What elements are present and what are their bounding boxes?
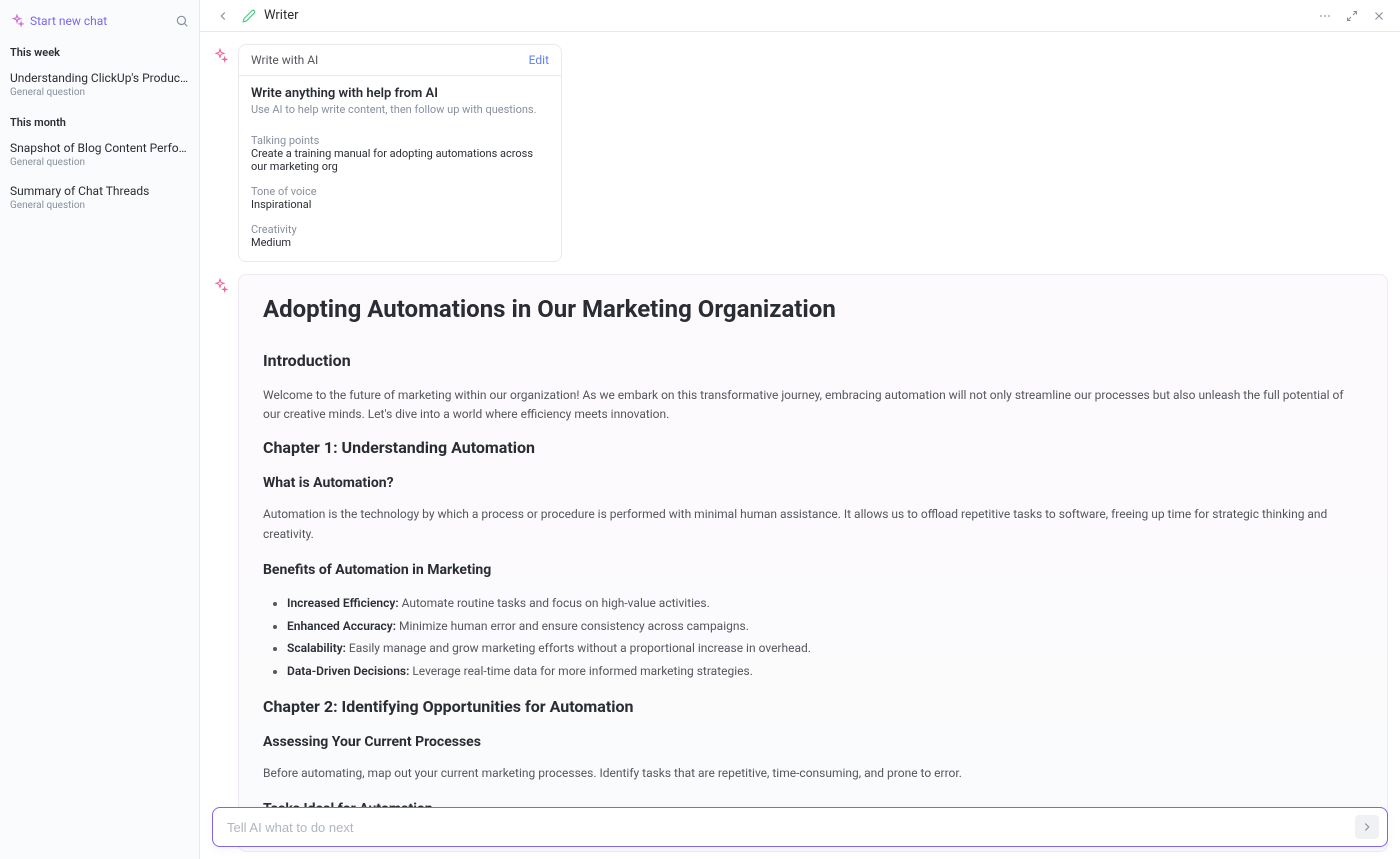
list-item: Increased Efficiency: Automate routine t… [287, 592, 1363, 615]
topbar-left: Writer [212, 5, 299, 27]
prompt-message-row: Write with AI Edit Write anything with h… [212, 44, 1388, 262]
prompt-card: Write with AI Edit Write anything with h… [238, 44, 562, 262]
sidebar-section-label: This week [0, 38, 199, 65]
more-icon[interactable] [1316, 7, 1334, 25]
chat-item-subtitle: General question [10, 200, 189, 211]
main: Writer [200, 0, 1400, 859]
prompt-field-label: Tone of voice [251, 185, 549, 198]
topbar-right [1316, 7, 1388, 25]
input-bar [212, 807, 1388, 847]
ai-avatar-icon [212, 48, 228, 64]
start-new-chat-button[interactable]: Start new chat [10, 14, 107, 28]
sidebar-chat-item[interactable]: Snapshot of Blog Content Performan… Gener… [0, 135, 199, 178]
ai-avatar-icon [212, 278, 228, 294]
ch1-sub2-heading: Benefits of Automation in Marketing [263, 562, 1363, 578]
prompt-card-body: Write anything with help from AI Use AI … [239, 76, 561, 261]
back-button[interactable] [212, 5, 234, 27]
ch1-sub1-heading: What is Automation? [263, 475, 1363, 491]
sidebar-chat-item[interactable]: Understanding ClickUp's Product-Le… Gener… [0, 65, 199, 108]
send-button[interactable] [1355, 815, 1379, 839]
list-item: Scalability: Easily manage and grow mark… [287, 637, 1363, 660]
sidebar-section-label: This month [0, 108, 199, 135]
prompt-field-value: Medium [251, 236, 549, 249]
prompt-main-title: Write anything with help from AI [251, 86, 549, 101]
list-item: Data-Driven Decisions: Leverage real-tim… [287, 660, 1363, 683]
chat-item-subtitle: General question [10, 87, 189, 98]
intro-heading: Introduction [263, 351, 1363, 370]
page-title: Writer [264, 8, 299, 23]
edit-button[interactable]: Edit [529, 53, 549, 67]
prompt-card-header: Write with AI Edit [239, 45, 561, 76]
chat-item-title: Understanding ClickUp's Product-Le… [10, 71, 189, 85]
ch2-sub1-heading: Assessing Your Current Processes [263, 734, 1363, 750]
new-chat-label: Start new chat [30, 14, 107, 28]
prompt-field-value: Inspirational [251, 198, 549, 211]
ai-command-input[interactable] [227, 820, 1355, 835]
content-scroll[interactable]: Write with AI Edit Write anything with h… [200, 32, 1400, 859]
ch1-sub1-text: Automation is the technology by which a … [263, 505, 1363, 543]
topbar: Writer [200, 0, 1400, 32]
sidebar-header: Start new chat [0, 10, 199, 38]
output-message-row: Adopting Automations in Our Marketing Or… [212, 274, 1388, 852]
prompt-field-label: Talking points [251, 134, 549, 147]
list-item: Enhanced Accuracy: Minimize human error … [287, 615, 1363, 638]
prompt-field-value: Create a training manual for adopting au… [251, 147, 549, 173]
search-icon[interactable] [175, 14, 189, 28]
output-title: Adopting Automations in Our Marketing Or… [263, 295, 1363, 323]
close-icon[interactable] [1370, 7, 1388, 25]
ch2-sub1-text: Before automating, map out your current … [263, 764, 1363, 783]
chat-item-title: Snapshot of Blog Content Performan… [10, 141, 189, 155]
chapter1-heading: Chapter 1: Understanding Automation [263, 438, 1363, 457]
prompt-description: Use AI to help write content, then follo… [251, 103, 549, 116]
intro-text: Welcome to the future of marketing withi… [263, 386, 1363, 424]
prompt-field-label: Creativity [251, 223, 549, 236]
sidebar: Start new chat This weekUnderstanding Cl… [0, 0, 200, 859]
pencil-icon [242, 9, 256, 23]
prompt-card-title: Write with AI [251, 53, 318, 67]
output-block: Adopting Automations in Our Marketing Or… [238, 274, 1388, 852]
benefits-list: Increased Efficiency: Automate routine t… [263, 592, 1363, 683]
expand-icon[interactable] [1344, 8, 1360, 24]
ai-sparkle-icon [10, 14, 24, 28]
chat-item-title: Summary of Chat Threads [10, 184, 189, 198]
sidebar-chat-item[interactable]: Summary of Chat Threads General question [0, 178, 199, 221]
chapter2-heading: Chapter 2: Identifying Opportunities for… [263, 697, 1363, 716]
chat-item-subtitle: General question [10, 157, 189, 168]
